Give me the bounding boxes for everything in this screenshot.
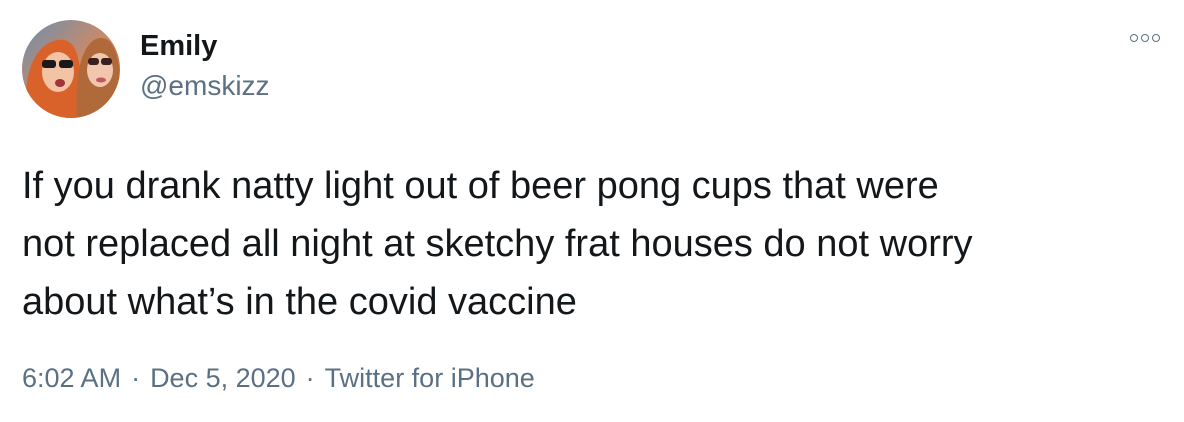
more-options-icon bbox=[1130, 34, 1138, 42]
tweet-source[interactable]: Twitter for iPhone bbox=[325, 363, 535, 393]
tweet-meta: 6:02 AM · Dec 5, 2020 · Twitter for iPhone bbox=[22, 360, 535, 396]
meta-separator: · bbox=[131, 363, 141, 393]
user-names: Emily @emskizz bbox=[140, 28, 270, 104]
tweet-text-line: not replaced all night at sketchy frat h… bbox=[22, 223, 973, 265]
tweet-text-line: If you drank natty light out of beer pon… bbox=[22, 165, 939, 207]
avatar[interactable] bbox=[22, 20, 120, 118]
tweet-date[interactable]: Dec 5, 2020 bbox=[150, 363, 296, 393]
tweet-header: Emily @emskizz bbox=[22, 20, 270, 118]
more-options-button[interactable] bbox=[1130, 34, 1160, 42]
user-handle[interactable]: @emskizz bbox=[140, 68, 270, 104]
tweet-text-line: about what’s in the covid vaccine bbox=[22, 281, 577, 323]
avatar-image bbox=[22, 20, 120, 118]
tweet-text: If you drank natty light out of beer pon… bbox=[22, 157, 1162, 331]
more-options-icon bbox=[1152, 34, 1160, 42]
meta-separator: · bbox=[305, 363, 315, 393]
tweet-time[interactable]: 6:02 AM bbox=[22, 363, 121, 393]
tweet-card: Emily @emskizz If you drank natty light … bbox=[0, 0, 1184, 422]
display-name[interactable]: Emily bbox=[140, 28, 270, 64]
more-options-icon bbox=[1141, 34, 1149, 42]
